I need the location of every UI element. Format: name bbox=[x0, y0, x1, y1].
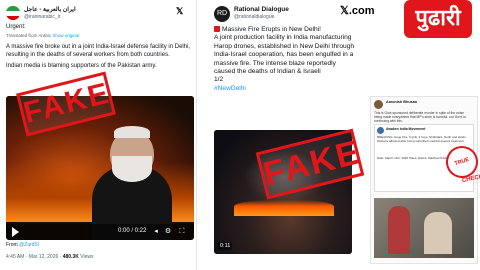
user-handle[interactable]: @rationaldialogue bbox=[234, 14, 274, 20]
thread-counter: 1/2 bbox=[214, 76, 224, 84]
user-name[interactable]: ایران بالعربیة - عاجل bbox=[24, 6, 76, 13]
person-hair bbox=[114, 126, 150, 138]
from-label: From bbox=[6, 242, 18, 248]
fire-glow bbox=[234, 200, 334, 216]
post-headline: Massive Fire Erupts in New Delhi! bbox=[214, 26, 354, 34]
user-handle[interactable]: @iraninarabic_ir bbox=[24, 14, 60, 20]
quoted-user-name: Awaken India Movement bbox=[386, 127, 426, 131]
post-body: Massive Fire Erupts in New Delhi! A join… bbox=[214, 26, 354, 93]
view-count: 480.3K bbox=[62, 254, 79, 260]
video-time: 0:00 / 0:22 bbox=[118, 228, 147, 234]
x-logo-icon: 𝕏.com bbox=[340, 5, 375, 17]
show-original-link[interactable]: Show original bbox=[52, 33, 79, 38]
from-user-link[interactable]: @ZardSi bbox=[19, 242, 39, 248]
user-name[interactable]: Rational Dialogue bbox=[234, 6, 289, 13]
video-controls: 0:00 / 0:22 ◂ ⚙ ⛶ bbox=[6, 224, 194, 240]
video-source: From @ZardSi bbox=[6, 242, 39, 248]
person-figure bbox=[424, 212, 452, 254]
user-avatar[interactable]: RD bbox=[214, 6, 230, 22]
user-avatar[interactable] bbox=[374, 100, 383, 109]
post-text: This is Govt-sponsored deliberate murder… bbox=[374, 111, 466, 124]
post-body: A massive fire broke out in a joint Indi… bbox=[6, 44, 192, 71]
x-logo-icon: 𝕏 bbox=[176, 6, 184, 16]
translated-label: Translated from Arabic bbox=[6, 33, 52, 38]
fullscreen-icon[interactable]: ⛶ bbox=[178, 227, 186, 236]
quoted-text: BREAKING: Huge Fire, 6 girls, 3 boys, Sh… bbox=[377, 135, 466, 143]
post-text-1: A massive fire broke out in a joint Indi… bbox=[6, 44, 191, 58]
alarm-icon bbox=[214, 26, 220, 32]
translation-note: Translated from Arabic Show original bbox=[6, 33, 79, 38]
hashtag-link[interactable]: #NewDelhi bbox=[214, 85, 354, 93]
post-text-urgent: Urgent: bbox=[6, 24, 26, 30]
video-time: 0:11 bbox=[218, 242, 233, 250]
play-icon[interactable] bbox=[12, 227, 19, 237]
views-label: Views bbox=[80, 254, 94, 260]
post-text-2: Indian media is blaming supporters of th… bbox=[6, 63, 157, 69]
headline-text: Massive Fire Erupts in New Delhi! bbox=[222, 26, 321, 33]
post-text: A joint production facility in India man… bbox=[214, 34, 355, 76]
settings-icon[interactable]: ⚙ bbox=[164, 227, 172, 236]
post-meta: 4:45 AM · Mar 12, 2026 · 480.3K Views bbox=[6, 254, 93, 260]
post-timestamp[interactable]: 4:45 AM · Mar 12, 2026 · bbox=[6, 254, 63, 260]
volume-icon[interactable]: ◂ bbox=[152, 227, 160, 236]
user-avatar[interactable] bbox=[6, 6, 20, 20]
person-beard bbox=[112, 156, 152, 182]
person-figure bbox=[388, 206, 410, 254]
user-name[interactable]: Amonish Bhusan bbox=[386, 100, 417, 104]
quoted-avatar bbox=[377, 127, 384, 134]
original-video[interactable] bbox=[374, 198, 474, 258]
pudhari-logo: पुढारी bbox=[404, 0, 472, 38]
